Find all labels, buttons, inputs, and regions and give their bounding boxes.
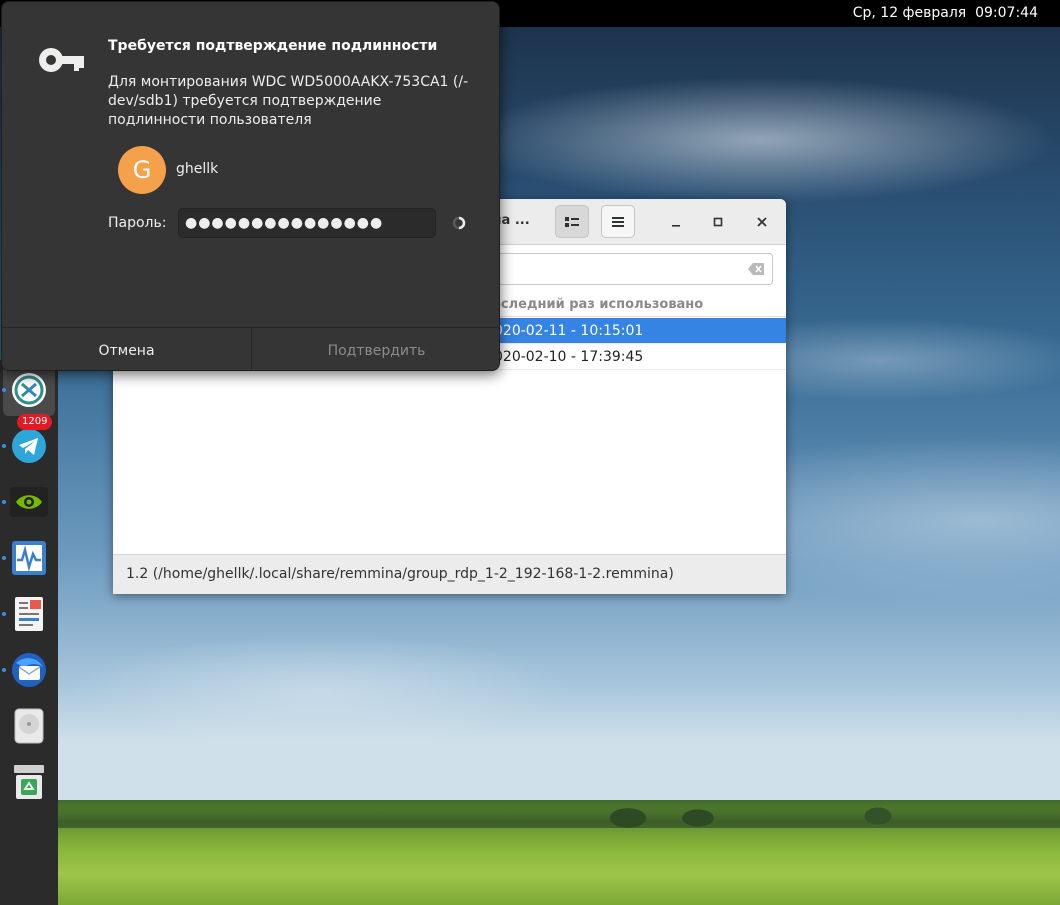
running-indicator xyxy=(2,500,6,504)
password-field[interactable] xyxy=(178,208,436,238)
dock-item-disks[interactable] xyxy=(3,700,55,752)
dock-item-system-monitor[interactable] xyxy=(2,532,55,584)
avatar-letter: G xyxy=(132,156,152,184)
view-toggle-button[interactable] xyxy=(555,205,589,238)
dialog-title: Требуется подтверждение подлинности xyxy=(108,38,438,54)
spinner-icon xyxy=(452,216,466,230)
username-label: ghellk xyxy=(176,161,219,177)
running-indicator xyxy=(2,556,6,560)
system-monitor-icon xyxy=(12,541,46,575)
dock-item-document-viewer[interactable] xyxy=(2,588,55,640)
dock-item-telegram[interactable]: 1209 xyxy=(2,414,55,472)
telegram-icon xyxy=(12,429,46,463)
password-label: Пароль: xyxy=(108,215,167,231)
hamburger-menu-icon xyxy=(612,216,624,227)
minimize-button[interactable] xyxy=(665,211,687,233)
disks-icon xyxy=(14,708,44,744)
cancel-button[interactable]: Отмена xyxy=(2,328,251,370)
maximize-button[interactable] xyxy=(707,211,729,233)
nvidia-icon xyxy=(10,487,48,517)
status-text: 1.2 (/home/ghellk/.local/share/remmina/g… xyxy=(126,566,674,582)
running-indicator xyxy=(2,388,6,392)
dock-item-thunderbird[interactable] xyxy=(2,644,55,696)
list-view-icon xyxy=(565,216,579,227)
close-button[interactable] xyxy=(751,211,773,233)
clear-search-icon[interactable] xyxy=(748,263,764,275)
dialog-description: Для монтирования WDC WD5000AAKX-753CA1 (… xyxy=(108,74,469,128)
remmina-icon xyxy=(12,373,46,407)
dialog-button-row: Отмена Подтвердить xyxy=(2,327,499,370)
dock: 1209 xyxy=(0,360,58,905)
dock-item-remmina[interactable] xyxy=(2,364,55,416)
status-bar: 1.2 (/home/ghellk/.local/share/remmina/g… xyxy=(113,554,786,594)
running-indicator xyxy=(2,444,6,448)
clock[interactable]: Ср, 12 февраля 09:07:44 xyxy=(853,5,1038,21)
search-input[interactable] xyxy=(492,253,773,285)
running-indicator xyxy=(2,668,6,672)
wallpaper-treeline xyxy=(58,806,1060,828)
trash-icon xyxy=(14,765,44,799)
avatar: G xyxy=(118,146,166,194)
authentication-dialog[interactable]: Требуется подтверждение подлинности Для … xyxy=(1,1,500,371)
confirm-button[interactable]: Подтвердить xyxy=(251,328,499,370)
column-header-last-used[interactable]: оследний раз использовано xyxy=(492,297,703,312)
minimize-icon xyxy=(672,225,680,227)
row-last-used: 020-02-11 - 10:15:01 xyxy=(494,323,644,339)
thunderbird-icon xyxy=(12,653,46,687)
dock-item-nvidia[interactable] xyxy=(2,476,55,528)
maximize-icon xyxy=(713,217,723,227)
document-viewer-icon xyxy=(15,597,43,631)
dock-item-trash[interactable] xyxy=(3,756,55,808)
key-icon xyxy=(39,48,84,72)
row-last-used: 020-02-10 - 17:39:45 xyxy=(494,349,644,365)
close-icon xyxy=(757,217,767,227)
unread-badge: 1209 xyxy=(17,414,53,430)
running-indicator xyxy=(2,612,6,616)
main-menu-button[interactable] xyxy=(601,205,635,238)
